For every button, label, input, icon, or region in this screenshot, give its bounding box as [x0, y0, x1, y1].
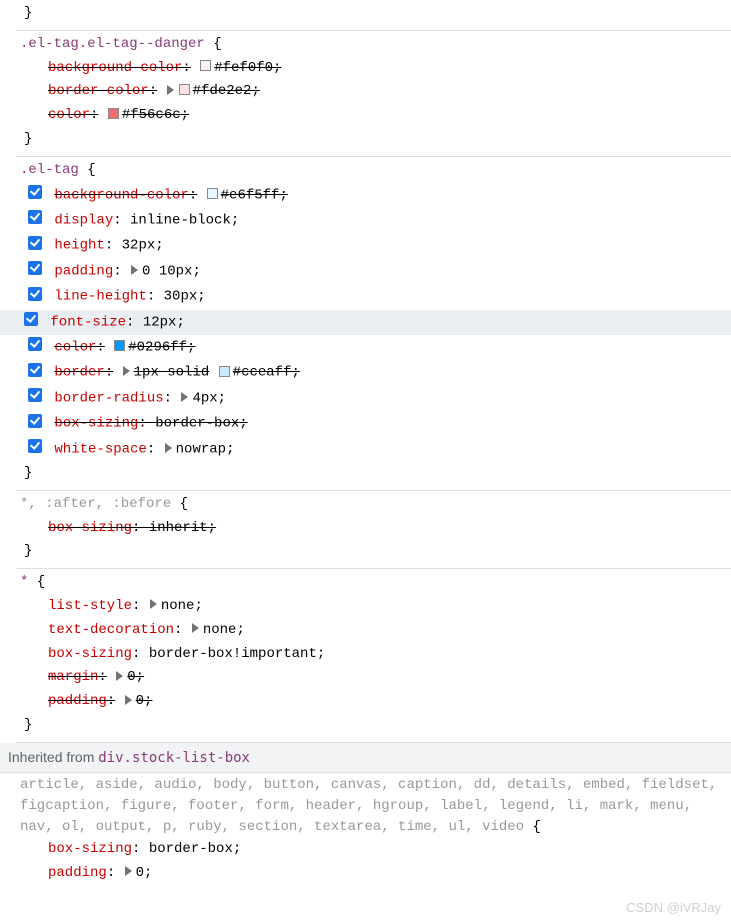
css-declaration[interactable]: margin: 0;	[20, 666, 727, 690]
color-swatch-icon[interactable]	[219, 366, 230, 377]
selector-text[interactable]: *, :after, :before	[20, 496, 171, 512]
css-declaration[interactable]: white-space: nowrap;	[20, 437, 727, 462]
css-rule-block[interactable]: .el-tag.el-tag--danger { background-colo…	[16, 31, 731, 157]
css-declaration[interactable]: box-sizing: border-box;	[20, 411, 727, 436]
css-rule-block: }	[16, 0, 731, 31]
inherited-label: Inherited from	[8, 749, 98, 765]
selector-text[interactable]: article, aside, audio, body, button, can…	[20, 777, 717, 835]
selector-line[interactable]: * {	[20, 571, 727, 595]
toggle-checkbox[interactable]	[28, 388, 42, 402]
color-swatch-icon[interactable]	[179, 84, 190, 95]
toggle-checkbox[interactable]	[28, 287, 42, 301]
expand-triangle-icon[interactable]	[123, 366, 130, 376]
css-declaration[interactable]: font-size: 12px;	[0, 310, 731, 335]
color-swatch-icon[interactable]	[114, 340, 125, 351]
toggle-checkbox[interactable]	[28, 363, 42, 377]
expand-triangle-icon[interactable]	[165, 443, 172, 453]
selector-text[interactable]: .el-tag.el-tag--danger	[20, 36, 205, 52]
css-declaration[interactable]: color: #0296ff;	[20, 335, 727, 360]
toggle-checkbox[interactable]	[28, 261, 42, 275]
selector-line[interactable]: *, :after, :before {	[20, 493, 727, 517]
css-declaration[interactable]: padding: 0 10px;	[20, 259, 727, 284]
css-declaration[interactable]: box-sizing: border-box;	[20, 838, 727, 862]
css-rule-block[interactable]: *, :after, :before { box-sizing: inherit…	[16, 491, 731, 569]
selector-line[interactable]: article, aside, audio, body, button, can…	[20, 775, 727, 838]
css-rule-block[interactable]: .el-tag { background-color: #e6f5ff; dis…	[16, 157, 731, 491]
css-declaration[interactable]: border: 1px solid #cceaff;	[20, 360, 727, 385]
expand-triangle-icon[interactable]	[116, 671, 123, 681]
inherited-element[interactable]: div.stock-list-box	[98, 750, 250, 766]
expand-triangle-icon[interactable]	[125, 695, 132, 705]
close-brace: }	[20, 2, 727, 26]
css-declaration[interactable]: display: inline-block;	[20, 208, 727, 233]
inherited-from-header: Inherited from div.stock-list-box	[0, 743, 731, 773]
css-declaration[interactable]: box-sizing: border-box!important;	[20, 643, 727, 667]
css-declaration[interactable]: border-color: #fde2e2;	[20, 80, 727, 104]
toggle-checkbox[interactable]	[28, 337, 42, 351]
css-declaration[interactable]: border-radius: 4px;	[20, 386, 727, 411]
selector-line[interactable]: .el-tag.el-tag--danger {	[20, 33, 727, 57]
toggle-checkbox[interactable]	[28, 185, 42, 199]
css-rule-block[interactable]: * { list-style: none; text-decoration: n…	[16, 569, 731, 743]
css-declaration[interactable]: text-decoration: none;	[20, 619, 727, 643]
css-declaration[interactable]: padding: 0;	[20, 862, 727, 886]
toggle-checkbox[interactable]	[28, 236, 42, 250]
toggle-checkbox[interactable]	[28, 210, 42, 224]
css-declaration[interactable]: background-color: #fef0f0;	[20, 57, 727, 81]
css-rule-block[interactable]: article, aside, audio, body, button, can…	[16, 773, 731, 890]
css-declaration[interactable]: line-height: 30px;	[20, 284, 727, 309]
expand-triangle-icon[interactable]	[150, 599, 157, 609]
toggle-checkbox[interactable]	[28, 439, 42, 453]
expand-triangle-icon[interactable]	[192, 623, 199, 633]
color-swatch-icon[interactable]	[108, 108, 119, 119]
css-declaration[interactable]: color: #f56c6c;	[20, 104, 727, 128]
color-swatch-icon[interactable]	[200, 60, 211, 71]
css-declaration[interactable]: height: 32px;	[20, 233, 727, 258]
toggle-checkbox[interactable]	[28, 414, 42, 428]
watermark-text: CSDN @iVRJay	[626, 900, 721, 915]
toggle-checkbox[interactable]	[24, 312, 38, 326]
expand-triangle-icon[interactable]	[167, 85, 174, 95]
css-declaration[interactable]: padding: 0;	[20, 690, 727, 714]
color-swatch-icon[interactable]	[207, 188, 218, 199]
css-declaration[interactable]: list-style: none;	[20, 595, 727, 619]
selector-line[interactable]: .el-tag {	[20, 159, 727, 183]
expand-triangle-icon[interactable]	[181, 392, 188, 402]
selector-text[interactable]: .el-tag	[20, 162, 79, 178]
expand-triangle-icon[interactable]	[131, 265, 138, 275]
css-declaration[interactable]: background-color: #e6f5ff;	[20, 183, 727, 208]
css-declaration[interactable]: box-sizing: inherit;	[20, 517, 727, 541]
styles-panel: } .el-tag.el-tag--danger { background-co…	[0, 0, 731, 889]
expand-triangle-icon[interactable]	[125, 866, 132, 876]
